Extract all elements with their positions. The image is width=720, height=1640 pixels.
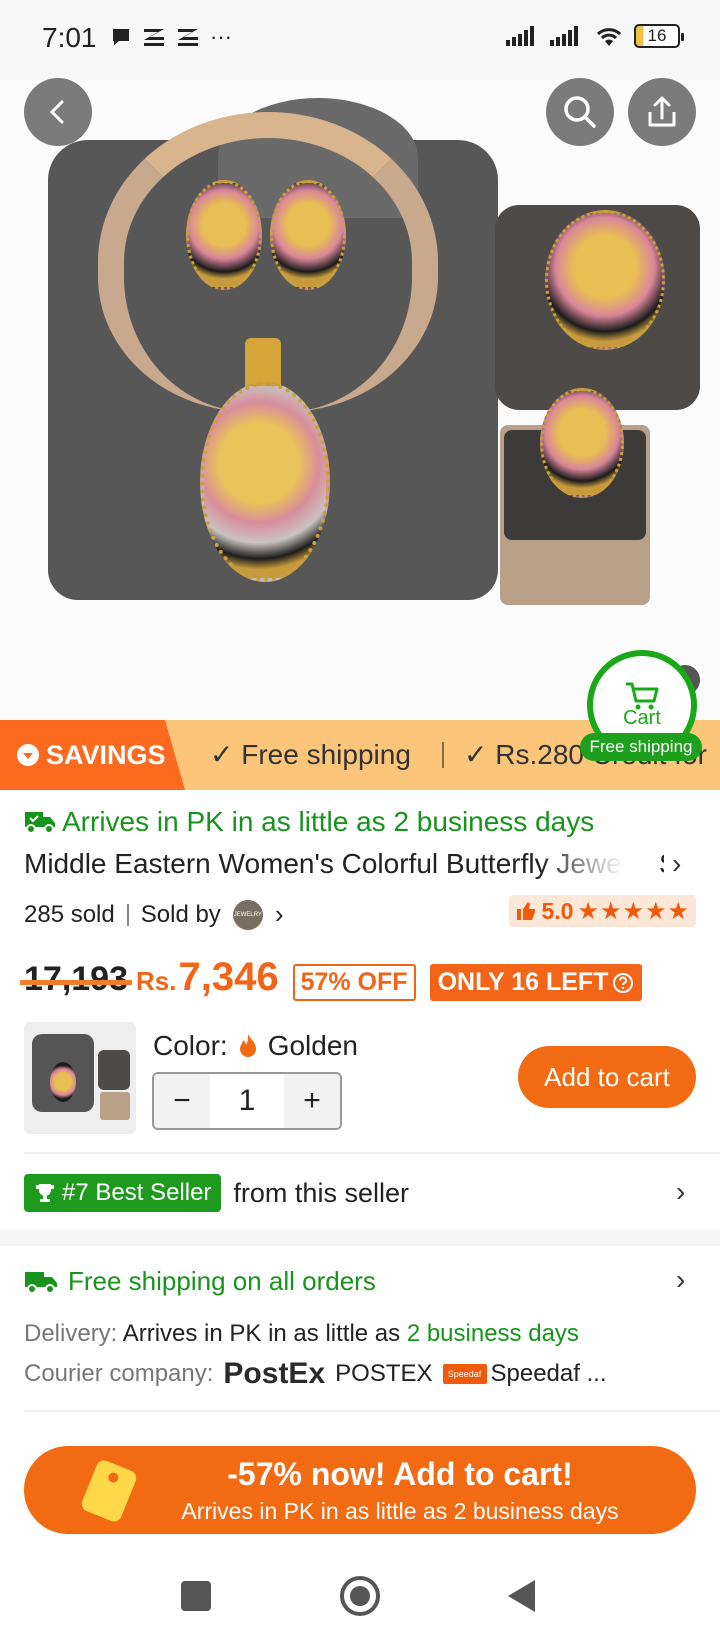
sales-info: 285 sold Sold by JEWELRY ›: [24, 899, 283, 930]
savings-item-free-shipping: ✓ Free shipping: [210, 739, 411, 770]
delivery-truck-icon: [25, 812, 55, 834]
quantity-decrease-button[interactable]: −: [154, 1074, 210, 1128]
earring-illustration: [186, 180, 262, 290]
discount-badge: 57% OFF: [292, 964, 416, 1001]
app-notification-icon: [178, 29, 198, 46]
ring-illustration: [540, 388, 624, 498]
search-icon: [564, 96, 596, 128]
section-separator: [0, 1230, 720, 1246]
signal-icon: [506, 26, 534, 46]
message-icon: [113, 29, 129, 45]
status-bar: 7:01 ··· 16: [0, 0, 720, 80]
share-icon: [648, 96, 676, 127]
recent-apps-button[interactable]: [181, 1581, 211, 1611]
wifi-icon: [596, 28, 622, 46]
status-time: 7:01: [42, 22, 97, 53]
quantity-increase-button[interactable]: +: [284, 1074, 340, 1128]
best-seller-badge: #7 Best Seller: [24, 1174, 222, 1212]
cart-label: Cart: [623, 706, 661, 729]
search-button[interactable]: [546, 78, 614, 146]
chevron-right-icon[interactable]: ›: [672, 848, 681, 880]
speedaf-name: Speedaf ...: [490, 1360, 607, 1387]
app-notification-icon: [144, 29, 164, 46]
bottom-add-to-cart-button[interactable]: -57% now! Add to cart! Arrives in PK in …: [24, 1446, 696, 1534]
color-label: Color:: [153, 1030, 228, 1061]
rating-stars: ★★★★★: [577, 897, 690, 925]
color-value: Golden: [267, 1030, 358, 1061]
savings-tag: SAVINGS: [0, 720, 185, 790]
chevron-right-icon[interactable]: ›: [676, 1176, 685, 1208]
trophy-icon: [36, 1184, 54, 1202]
home-button[interactable]: [340, 1576, 380, 1616]
system-icons: 16: [506, 24, 684, 48]
cta-main-text: -57% now! Add to cart!: [227, 1456, 573, 1492]
delivery-info: Delivery: Arrives in PK in as little as …: [24, 1320, 579, 1347]
rating-badge[interactable]: 5.0 ★★★★★: [509, 895, 696, 927]
quantity-value[interactable]: 1: [210, 1074, 284, 1128]
savings-divider: [442, 742, 444, 768]
color-selector[interactable]: Color: Golden: [153, 1030, 358, 1062]
chevron-left-icon: [49, 100, 64, 124]
rating-value: 5.0: [541, 897, 574, 924]
chevron-right-icon[interactable]: ›: [275, 899, 284, 930]
savings-icon: [17, 744, 39, 766]
more-notifications: ···: [210, 24, 232, 49]
sold-count: 285 sold: [24, 900, 115, 928]
back-triangle-icon[interactable]: [505, 1578, 537, 1614]
signal-icon: [550, 26, 578, 46]
sale-price: 7,346: [178, 955, 279, 999]
system-navigation-bar: [0, 1560, 720, 1640]
chevron-right-icon[interactable]: ›: [676, 1264, 685, 1296]
flame-icon: [239, 1034, 256, 1057]
cta-sub-text: Arrives in PK in as little as 2 business…: [181, 1498, 619, 1524]
divider: [24, 1152, 720, 1154]
battery-icon: 16: [634, 24, 684, 48]
best-seller-text: from this seller: [233, 1177, 409, 1208]
back-button[interactable]: [24, 78, 92, 146]
original-price: 17,193: [20, 960, 132, 998]
notification-icons: ···: [110, 24, 232, 50]
speedaf-logo: Speedaf: [442, 1364, 487, 1384]
price-row: 17,193 Rs. 7,346 57% OFF ONLY 16 LEFT: [20, 955, 643, 1001]
earring-illustration: [270, 180, 346, 290]
bracelet-illustration: [545, 210, 665, 350]
pendant-illustration: [200, 382, 330, 582]
courier-info: Courier company: PostEx POSTEX Speedaf S…: [24, 1357, 607, 1390]
seller-logo[interactable]: JEWELRY: [232, 899, 263, 930]
help-icon: [613, 972, 634, 993]
variant-thumbnail[interactable]: [24, 1022, 136, 1134]
delivery-truck-icon: [25, 1271, 57, 1294]
arrival-estimate: Arrives in PK in as little as 2 business…: [24, 806, 594, 838]
cart-free-shipping-badge: Free shipping: [580, 733, 702, 761]
free-shipping-row[interactable]: Free shipping on all orders: [24, 1266, 376, 1297]
quantity-stepper[interactable]: − 1 +: [152, 1072, 342, 1130]
best-seller-row[interactable]: #7 Best Seller from this seller: [24, 1174, 409, 1212]
divider: [24, 1410, 720, 1412]
stock-badge[interactable]: ONLY 16 LEFT: [429, 964, 643, 1001]
add-to-cart-button[interactable]: Add to cart: [518, 1046, 696, 1108]
thumbs-up-icon: [517, 902, 536, 920]
postex-logo: PostEx: [223, 1357, 326, 1390]
currency-symbol: Rs.: [136, 966, 177, 996]
product-image[interactable]: [0, 80, 720, 720]
share-button[interactable]: [628, 78, 696, 146]
postex-name: POSTEX: [335, 1360, 433, 1387]
sold-by-label: Sold by: [140, 900, 221, 928]
